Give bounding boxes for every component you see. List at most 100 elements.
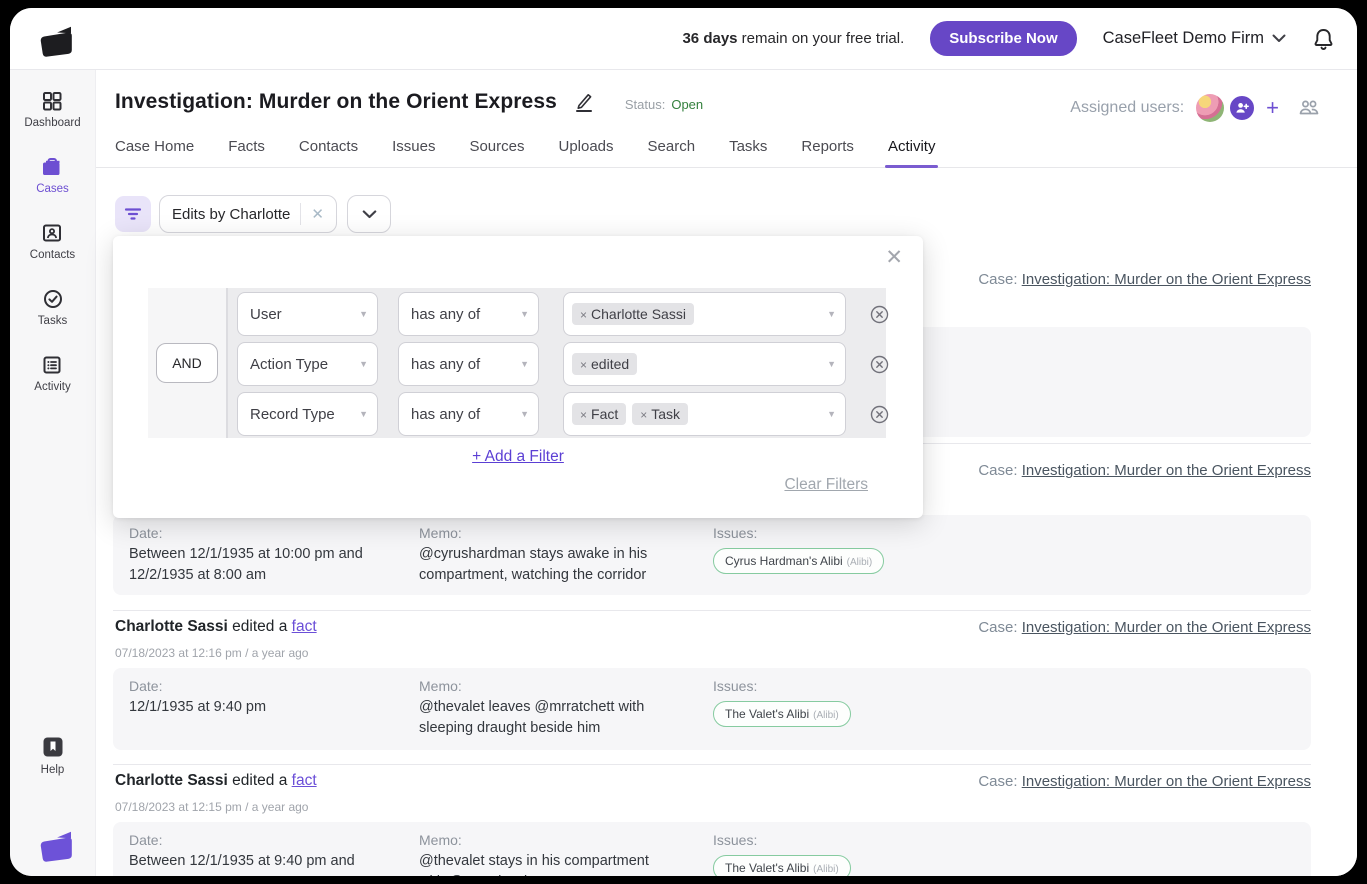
circle-x-icon (870, 305, 889, 324)
remove-filter-row-button[interactable] (870, 355, 889, 374)
case-status: Status: Open (625, 97, 703, 112)
sidebar-item-dashboard[interactable]: Dashboard (24, 90, 80, 129)
tab-facts[interactable]: Facts (228, 125, 265, 167)
caret-down-icon: ▼ (359, 309, 368, 319)
entry-case-line: Case: Investigation: Murder on the Orien… (978, 271, 1311, 288)
sidebar-item-tasks[interactable]: Tasks (38, 288, 67, 327)
feed-separator (113, 764, 1311, 765)
manage-users-button[interactable] (1297, 98, 1321, 118)
entry-object-link[interactable]: fact (292, 618, 317, 635)
tab-reports[interactable]: Reports (801, 125, 854, 167)
activity-card: Date: Between 12/1/1935 at 9:40 pm and M… (113, 822, 1311, 876)
field-select-value: Record Type (250, 406, 335, 423)
status-label: Status: (625, 97, 665, 112)
topbar: 36 days remain on your free trial. Subsc… (10, 8, 1357, 70)
case-link[interactable]: Investigation: Murder on the Orient Expr… (1022, 773, 1311, 790)
trial-countdown: 36 days remain on your free trial. (682, 30, 904, 47)
entry-object-link[interactable]: fact (292, 772, 317, 789)
user-avatar[interactable] (1196, 94, 1224, 122)
caret-down-icon: ▼ (359, 359, 368, 369)
operator-select[interactable]: has any of ▼ (398, 292, 539, 336)
issues-label: Issues: (713, 678, 851, 694)
close-popup-icon[interactable]: ✕ (879, 244, 909, 271)
fact-memo: @thevalet stays in his compartment with … (419, 851, 677, 876)
tasks-check-circle-icon (42, 288, 64, 310)
tab-activity[interactable]: Activity (888, 125, 936, 167)
sidebar-item-cases[interactable]: Cases (36, 156, 69, 195)
sidebar-item-activity[interactable]: Activity (34, 354, 70, 393)
value-tag[interactable]: × Task (632, 403, 688, 425)
tab-sources[interactable]: Sources (469, 125, 524, 167)
values-multiselect[interactable]: ×edited ▼ (563, 342, 846, 386)
issue-type: (Alibi) (847, 557, 873, 568)
remove-filter-row-button[interactable] (870, 305, 889, 324)
tab-tasks[interactable]: Tasks (729, 125, 767, 167)
tag-remove-icon[interactable]: × (580, 358, 587, 372)
operator-select[interactable]: has any of ▼ (398, 392, 539, 436)
date-label: Date: (129, 678, 401, 694)
activity-card: Date: Between 12/1/1935 at 10:00 pm and … (113, 515, 1311, 595)
firm-switcher[interactable]: CaseFleet Demo Firm (1103, 29, 1286, 48)
add-assignee-plus-icon[interactable]: + (1266, 97, 1279, 119)
remove-filter-row-button[interactable] (870, 405, 889, 424)
edit-title-pencil-icon[interactable] (573, 91, 595, 113)
add-user-avatar-button[interactable] (1228, 94, 1256, 122)
operator-select-value: has any of (411, 356, 480, 373)
case-label: Case: (978, 271, 1017, 288)
circle-x-icon (870, 405, 889, 424)
value-tag[interactable]: × Charlotte Sassi (572, 303, 694, 325)
date-label: Date: (129, 525, 401, 541)
clear-filters-link[interactable]: Clear Filters (784, 476, 868, 494)
entry-case-line: Case: Investigation: Murder on the Orien… (978, 773, 1311, 790)
sidebar-item-contacts[interactable]: Contacts (30, 222, 75, 261)
issue-pill[interactable]: Cyrus Hardman's Alibi (Alibi) (713, 548, 884, 574)
field-select[interactable]: Record Type ▼ (237, 392, 378, 436)
caret-down-icon: ▼ (520, 359, 529, 369)
main-content: Investigation: Murder on the Orient Expr… (96, 70, 1357, 876)
and-operator-button[interactable]: AND (156, 343, 218, 383)
values-multiselect[interactable]: × Charlotte Sassi ▼ (563, 292, 846, 336)
operator-select[interactable]: has any of ▼ (398, 342, 539, 386)
memo-label: Memo: (419, 678, 677, 694)
value-tag[interactable]: ×Fact (572, 403, 626, 425)
tab-contacts[interactable]: Contacts (299, 125, 358, 167)
entry-timestamp: 07/18/2023 at 12:16 pm / a year ago (115, 646, 308, 660)
tab-case-home[interactable]: Case Home (115, 125, 194, 167)
filter-row-action-type: Action Type ▼ has any of ▼ ×edited ▼ (237, 342, 889, 386)
value-tag[interactable]: ×edited (572, 353, 637, 375)
help-book-icon (41, 735, 65, 759)
entry-timestamp: 07/18/2023 at 12:15 pm / a year ago (115, 800, 308, 814)
memo-label: Memo: (419, 525, 677, 541)
case-link[interactable]: Investigation: Murder on the Orient Expr… (1022, 619, 1311, 636)
tab-uploads[interactable]: Uploads (558, 125, 613, 167)
case-link[interactable]: Investigation: Murder on the Orient Expr… (1022, 462, 1311, 479)
value-tag-label: Task (651, 406, 680, 422)
sidebar-item-help[interactable]: Help (10, 735, 95, 776)
value-tag-label: Charlotte Sassi (591, 306, 686, 322)
sidebar: Dashboard Cases Contacts Tasks (10, 70, 96, 876)
operator-select-value: has any of (411, 406, 480, 423)
case-link[interactable]: Investigation: Murder on the Orient Expr… (1022, 271, 1311, 288)
tab-issues[interactable]: Issues (392, 125, 435, 167)
tag-remove-icon[interactable]: × (580, 408, 587, 422)
subscribe-now-button[interactable]: Subscribe Now (930, 21, 1076, 56)
tag-remove-icon[interactable]: × (640, 408, 647, 422)
caret-down-icon: ▼ (827, 309, 836, 319)
values-multiselect[interactable]: ×Fact ×Task ▼ (563, 392, 846, 436)
field-select[interactable]: User ▼ (237, 292, 378, 336)
contacts-badge-icon (41, 222, 63, 244)
issue-pill[interactable]: The Valet's Alibi (Alibi) (713, 855, 851, 876)
dashboard-grid-icon (41, 90, 63, 112)
entry-author: Charlotte Sassi (115, 618, 228, 635)
operator-select-value: has any of (411, 306, 480, 323)
issue-name: The Valet's Alibi (725, 861, 809, 875)
tab-search[interactable]: Search (648, 125, 696, 167)
tag-remove-icon[interactable]: × (580, 308, 587, 322)
field-select[interactable]: Action Type ▼ (237, 342, 378, 386)
entry-case-line: Case: Investigation: Murder on the Orien… (978, 619, 1311, 636)
firm-name: CaseFleet Demo Firm (1103, 29, 1264, 48)
issue-pill[interactable]: The Valet's Alibi (Alibi) (713, 701, 851, 727)
notifications-bell-button[interactable] (1312, 27, 1335, 51)
entry-action: edited a (228, 618, 292, 635)
add-filter-link[interactable]: + Add a Filter (472, 448, 564, 465)
